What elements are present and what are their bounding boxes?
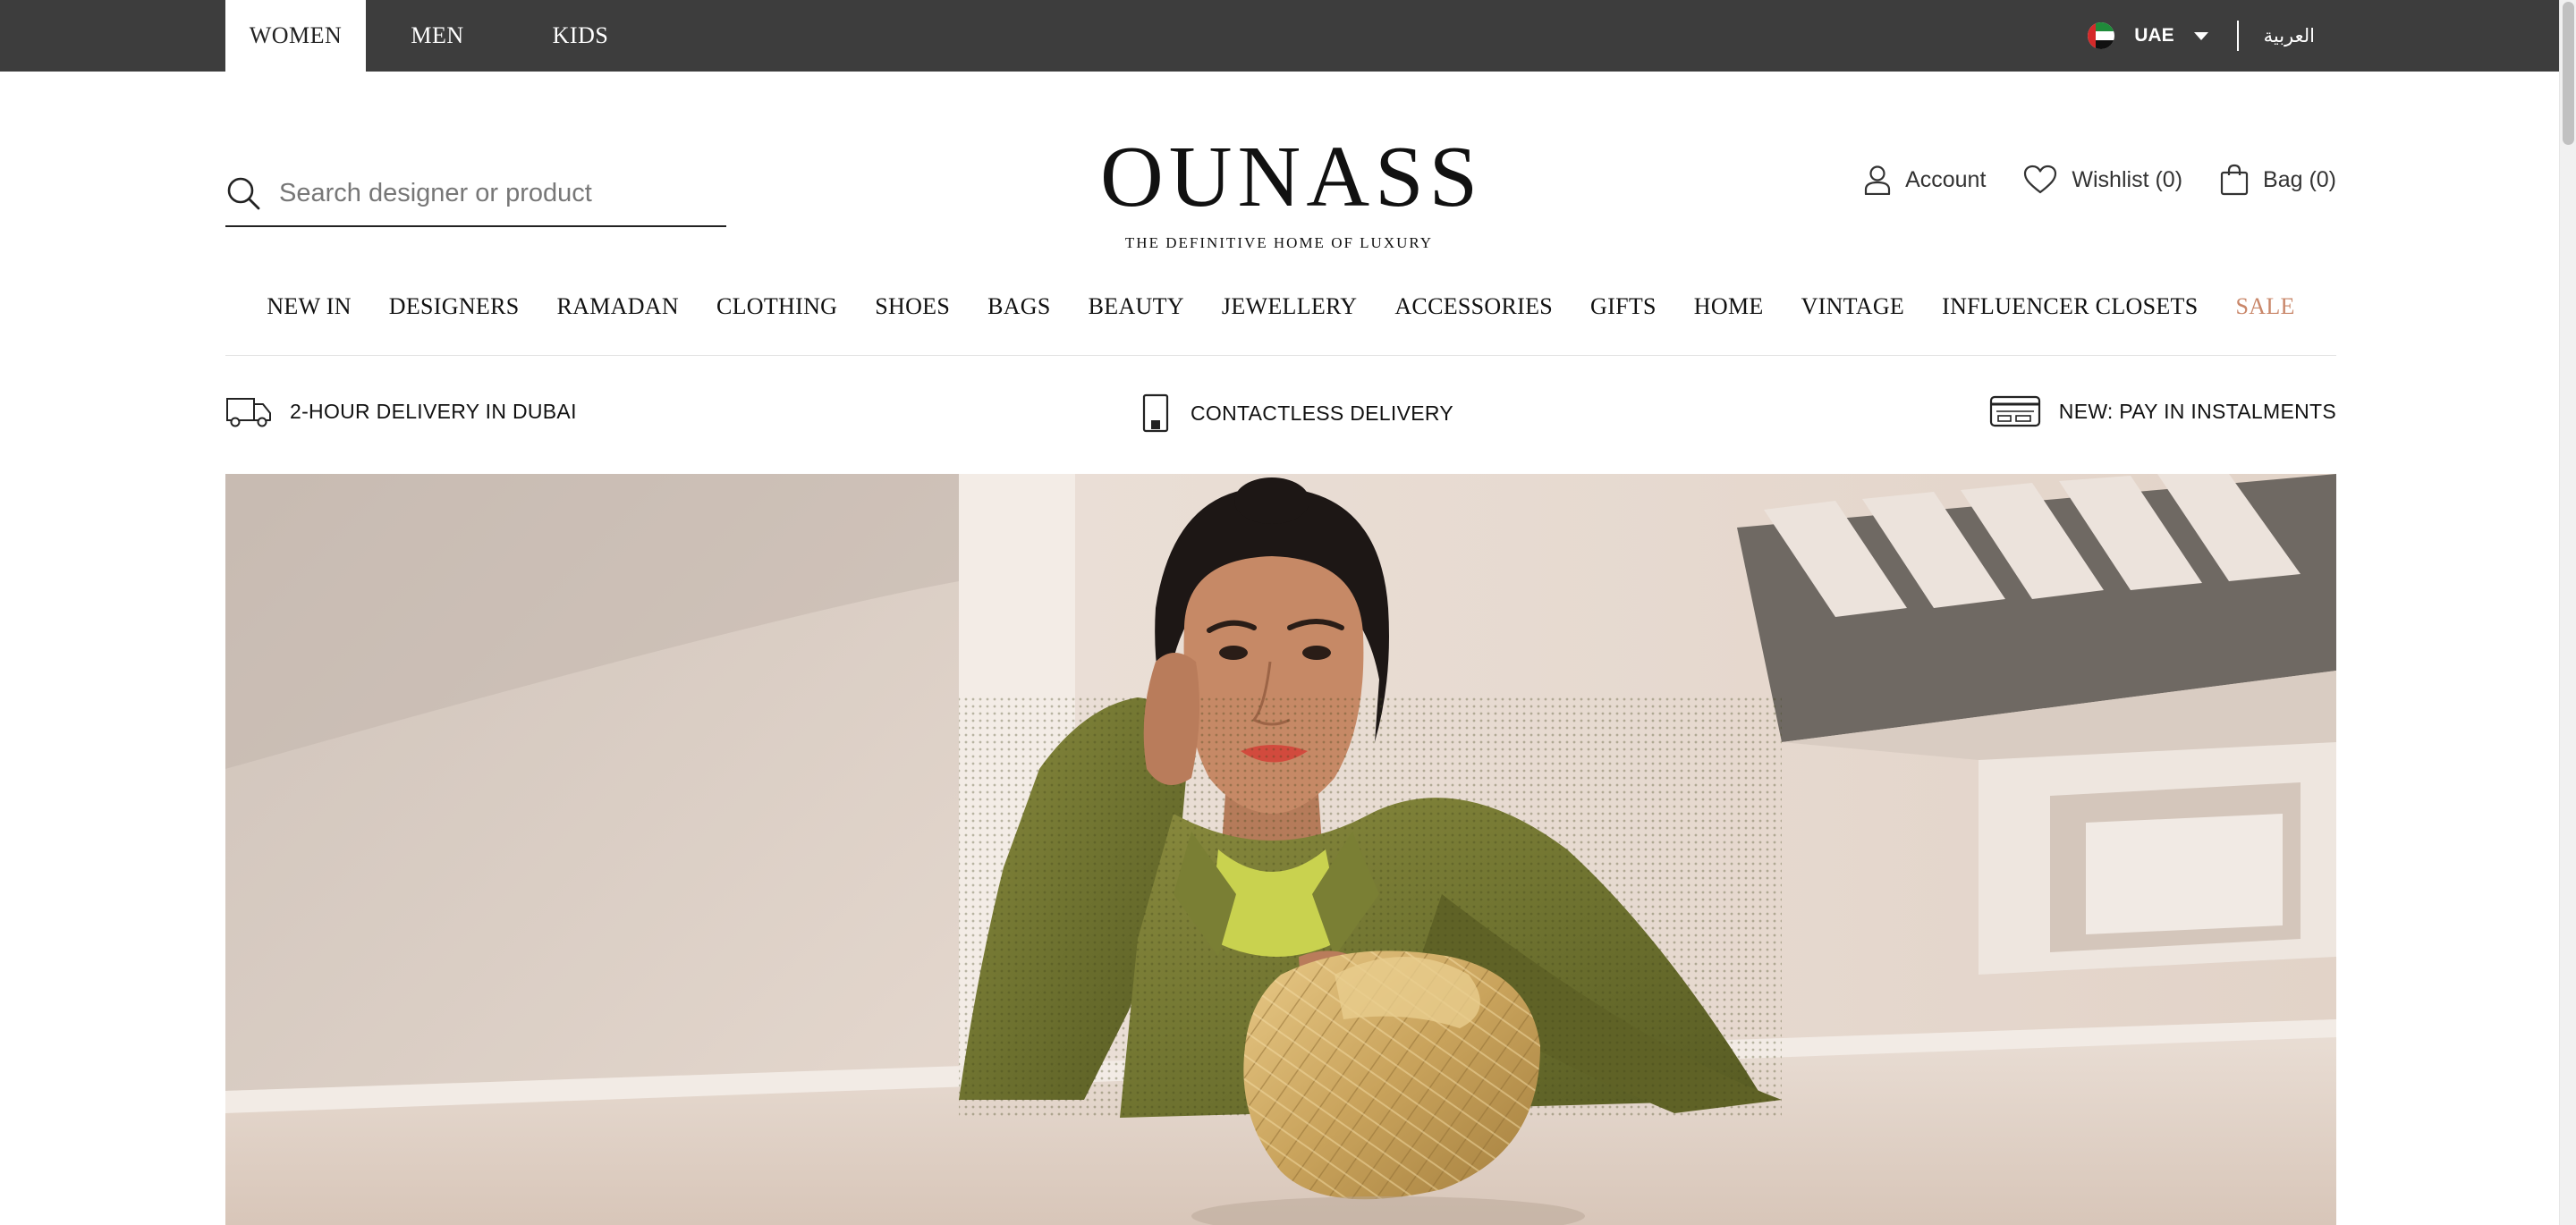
nav-jewellery[interactable]: JEWELLERY (1203, 284, 1376, 329)
region-selector: UAE العربية (2088, 0, 2315, 72)
nav-ramadan[interactable]: RAMADAN (538, 284, 698, 329)
usp-delivery-label: 2-HOUR DELIVERY IN DUBAI (290, 399, 577, 423)
nav-sale[interactable]: SALE (2216, 284, 2313, 329)
chevron-down-icon[interactable] (2193, 31, 2208, 40)
usp-delivery[interactable]: 2-HOUR DELIVERY IN DUBAI (225, 393, 577, 429)
shopping-bag-icon (2220, 164, 2249, 196)
divider (2236, 21, 2239, 51)
tab-women[interactable]: WOMEN (225, 0, 366, 72)
usp-instalments-label: NEW: PAY IN INSTALMENTS (2058, 399, 2336, 423)
uae-flag-icon[interactable] (2088, 22, 2115, 49)
search-icon[interactable] (225, 175, 261, 211)
country-label[interactable]: UAE (2134, 25, 2174, 46)
usp-instalments[interactable]: NEW: PAY IN INSTALMENTS (1989, 393, 2336, 429)
nav-accessories[interactable]: ACCESSORIES (1376, 284, 1572, 329)
language-switch[interactable]: العربية (2264, 25, 2315, 47)
bag-link[interactable]: Bag (0) (2220, 164, 2336, 196)
nav-beauty[interactable]: BEAUTY (1070, 284, 1203, 329)
usp-contactless[interactable]: CONTACTLESS DELIVERY (1140, 393, 1453, 433)
nav-vintage[interactable]: VINTAGE (1783, 284, 1924, 329)
credit-card-icon (1989, 395, 2040, 427)
user-icon (1864, 165, 1891, 195)
scrollbar-thumb[interactable] (2563, 2, 2574, 145)
account-label: Account (1905, 166, 1987, 192)
delivery-van-icon (226, 398, 271, 427)
nav-home[interactable]: HOME (1675, 284, 1783, 329)
wishlist-label: Wishlist (0) (2072, 166, 2183, 192)
heart-icon (2024, 165, 2057, 194)
phone-box-icon (1142, 393, 1169, 433)
hero-image[interactable] (225, 474, 2336, 1225)
wishlist-link[interactable]: Wishlist (0) (2023, 165, 2182, 195)
nav-shoes[interactable]: SHOES (856, 284, 969, 329)
logo-wordmark[interactable]: OUNASS (1100, 133, 1478, 221)
category-nav: NEW IN DESIGNERS RAMADAN CLOTHING SHOES … (225, 284, 2336, 356)
nav-influencer-closets[interactable]: INFLUENCER CLOSETS (1923, 284, 2216, 329)
hero-banner[interactable] (225, 474, 2336, 1225)
usp-contactless-label: CONTACTLESS DELIVERY (1191, 401, 1454, 425)
nav-gifts[interactable]: GIFTS (1572, 284, 1675, 329)
gender-tabs: WOMEN MEN KIDS (225, 0, 652, 72)
nav-bags[interactable]: BAGS (969, 284, 1070, 329)
page-scrollbar[interactable] (2559, 0, 2576, 1225)
search-input[interactable] (279, 178, 708, 208)
search-bar (225, 161, 726, 227)
tab-men[interactable]: MEN (366, 0, 509, 72)
user-actions: Account Wishlist (0) Bag (0) (1826, 159, 2336, 200)
tab-kids[interactable]: KIDS (509, 0, 652, 72)
nav-new-in[interactable]: NEW IN (248, 284, 369, 329)
top-bar: WOMEN MEN KIDS UAE العربية (0, 0, 2559, 72)
nav-clothing[interactable]: CLOTHING (698, 284, 856, 329)
site-logo[interactable]: OUNASS THE DEFINITIVE HOME OF LUXURY (1100, 133, 1478, 252)
account-link[interactable]: Account (1864, 165, 1986, 195)
logo-tagline: THE DEFINITIVE HOME OF LUXURY (1124, 234, 1434, 251)
bag-label: Bag (0) (2263, 166, 2336, 192)
nav-designers[interactable]: DESIGNERS (370, 284, 538, 329)
